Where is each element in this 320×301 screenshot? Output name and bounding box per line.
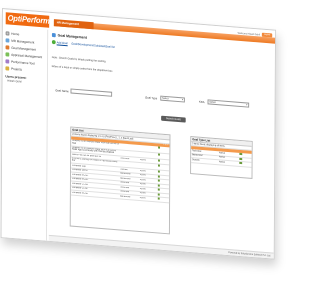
logo-text: OptiPerform (7, 13, 50, 26)
app-window: OptiPerform HR Management Welcome Hitesh… (0, 8, 277, 260)
screenshot-stage: OptiPerform HR Management Welcome Hitesh… (0, 0, 283, 301)
app-logo[interactable]: OptiPerform (5, 12, 50, 28)
sidebar-item-label: Projects (11, 66, 22, 72)
edit-cell (239, 152, 250, 157)
breadcrumb-link[interactable]: Goal/Development/SubGoal/Goal list (71, 42, 114, 49)
goal-status-cell (140, 145, 158, 146)
edit-icon[interactable] (157, 188, 160, 192)
sidebar: Home MR Management Goal Management Appra… (1, 26, 49, 243)
people-icon (5, 37, 10, 43)
goal-list-panel: Goal List 23 items found, displaying 1 t… (69, 126, 171, 235)
edit-cell (157, 152, 168, 158)
edit-cell (157, 174, 167, 179)
sidebar-item-label: Home (11, 31, 20, 36)
goal-status-cell: Active (139, 196, 146, 200)
search-goals-button[interactable]: Search Goals (161, 115, 186, 123)
appraisal-icon (5, 51, 10, 57)
edit-icon[interactable] (157, 152, 160, 156)
edit-cell (157, 159, 168, 163)
tab-hr-management[interactable]: HR Management (53, 19, 94, 30)
goal-status-cell: Active (139, 192, 146, 195)
edit-cell (157, 163, 168, 169)
goal-status-cell: Active (139, 169, 146, 173)
goal-list-rows: Analysis list of counsel relate Technica… (70, 139, 170, 203)
goal-name-label: Goal Name (55, 88, 69, 94)
edit-cell (157, 192, 167, 197)
edit-cell (239, 157, 250, 161)
edit-icon[interactable] (157, 183, 160, 187)
goal-type-cell: Behavioral (119, 195, 131, 199)
projects-icon (5, 65, 10, 71)
goal-name-input[interactable] (70, 88, 113, 97)
search-form: Goal Name Goal Type Select ▼ KRA Select … (52, 87, 275, 111)
edit-cell (157, 146, 168, 151)
goal-status-cell: Active (139, 174, 146, 177)
kra-value: Select (209, 100, 216, 104)
add-icon (51, 39, 56, 45)
chevron-down-icon: ▼ (181, 99, 184, 102)
edit-icon[interactable] (239, 157, 242, 161)
goal-status-cell: Active (139, 178, 146, 182)
goal-type-status-cell: Active (218, 161, 225, 164)
goal-type-list-panel: Goal Type List 3 items found, displaying… (190, 136, 253, 179)
edit-cell (157, 188, 167, 192)
edit-icon[interactable] (239, 152, 242, 156)
edit-cell (239, 161, 249, 166)
search-note-continued: letters of a Goal or simply select from … (51, 64, 114, 73)
edit-icon[interactable] (157, 163, 160, 167)
edit-icon[interactable] (157, 197, 160, 201)
goal-status-cell: Active (139, 158, 146, 162)
tool-icon (5, 58, 10, 64)
goal-type-select[interactable]: Select ▼ (160, 95, 185, 103)
kra-select[interactable]: Select ▼ (207, 99, 250, 108)
edit-icon[interactable] (157, 170, 160, 174)
kra-label: KRA (199, 99, 205, 105)
add-goal-link[interactable]: Add Goal (57, 40, 68, 45)
edit-cell (157, 197, 167, 201)
goal-status-cell (140, 152, 158, 153)
goal-icon (5, 44, 10, 50)
edit-cell (157, 179, 167, 183)
edit-icon[interactable] (157, 146, 160, 149)
home-icon (5, 30, 10, 36)
goal-type-name-cell: Domain (192, 158, 200, 162)
edit-icon[interactable] (157, 174, 160, 178)
edit-cell (157, 170, 167, 174)
edit-icon[interactable] (157, 159, 160, 163)
goal-status-cell (140, 163, 158, 164)
goal-status-cell: Active (139, 187, 146, 191)
edit-icon[interactable] (239, 161, 242, 165)
edit-cell (157, 183, 167, 188)
goal-type-label: Goal Type (145, 95, 158, 101)
logout-button[interactable]: Logout (261, 32, 273, 38)
main-content: Goal Management Add Goal Goal/Developmen… (51, 32, 275, 260)
chevron-down-icon: ▼ (245, 104, 248, 107)
goal-icon (51, 32, 56, 38)
goal-status-cell: Active (139, 183, 146, 186)
goal-type-value: Select (162, 96, 169, 101)
search-note: Note : Search Goals by simply putting th… (51, 55, 106, 64)
edit-icon[interactable] (157, 192, 160, 196)
edit-icon[interactable] (157, 179, 160, 183)
